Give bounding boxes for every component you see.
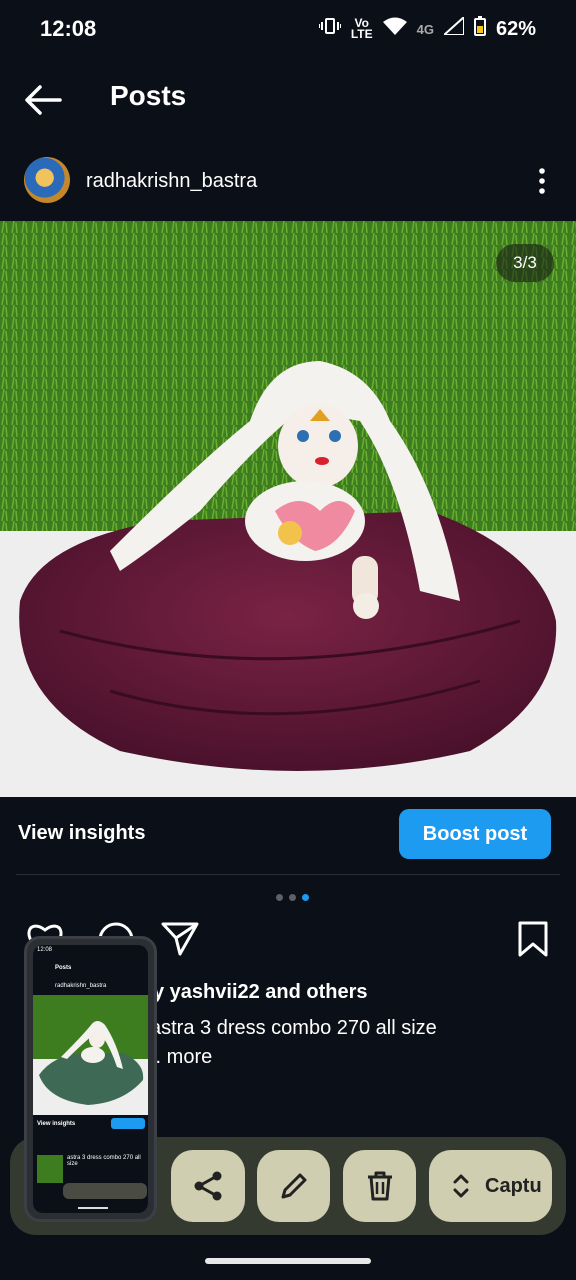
volte-icon: Vo LTE	[350, 16, 373, 41]
post-username[interactable]: radhakrishn_bastra	[86, 170, 257, 193]
carousel-dot	[289, 894, 296, 901]
avatar[interactable]	[24, 157, 70, 203]
thumb-boost-button	[111, 1118, 145, 1129]
status-time: 12:08	[40, 16, 97, 41]
screenshot-thumbnail[interactable]: 12:08 Posts radhakrishn_bastra View insi…	[24, 936, 157, 1222]
bookmark-icon[interactable]	[515, 920, 551, 958]
thumb-status-time: 12:08	[37, 947, 53, 953]
battery-level: 62%	[495, 17, 536, 40]
thumb-home-bar	[78, 1207, 108, 1209]
thumb-insights: View insights	[37, 1121, 76, 1127]
capture-button[interactable]: Captu	[429, 1150, 552, 1222]
trash-icon	[367, 1171, 392, 1201]
edit-button[interactable]	[257, 1150, 330, 1222]
caption-more-link[interactable]: .. more	[150, 1046, 212, 1069]
signal-icon	[441, 14, 465, 41]
caption-text: astra 3 dress combo 270 all size	[150, 1017, 437, 1039]
thumb-toolbar	[63, 1183, 147, 1199]
divider	[16, 874, 560, 875]
wifi-icon	[382, 17, 407, 41]
image-counter: 3/3	[496, 244, 554, 282]
carousel-dot	[276, 894, 283, 901]
more-options-icon[interactable]	[528, 166, 556, 196]
post-image[interactable]	[0, 221, 576, 797]
delete-button[interactable]	[343, 1150, 416, 1222]
thumb-image	[33, 995, 148, 1115]
back-arrow-icon[interactable]	[22, 82, 64, 118]
vibrate-icon	[317, 17, 342, 41]
boost-post-button[interactable]: Boost post	[399, 809, 551, 859]
share-button[interactable]	[171, 1150, 245, 1222]
thumb-username: radhakrishn_bastra	[55, 983, 107, 989]
capture-label: Captu	[485, 1174, 542, 1197]
likes-text[interactable]: y yashvii22 and others	[153, 981, 368, 1004]
home-indicator[interactable]	[205, 1258, 371, 1264]
page-title: Posts	[110, 80, 187, 111]
scroll-capture-icon	[453, 1174, 469, 1198]
status-icons: Vo LTE 4G 62%	[317, 14, 536, 42]
view-insights-link[interactable]: View insights	[18, 822, 145, 845]
battery-icon	[473, 16, 486, 42]
thumb-title: Posts	[55, 965, 72, 971]
share-send-icon[interactable]	[160, 920, 200, 958]
thumb-caption: astra 3 dress combo 270 all size	[67, 1155, 141, 1167]
share-icon	[194, 1171, 222, 1201]
network-type: 4G	[416, 21, 434, 37]
carousel-dot-active	[302, 894, 309, 901]
thumb-mini-image	[37, 1155, 63, 1183]
carousel-indicator	[276, 894, 309, 901]
pencil-icon	[281, 1173, 306, 1199]
